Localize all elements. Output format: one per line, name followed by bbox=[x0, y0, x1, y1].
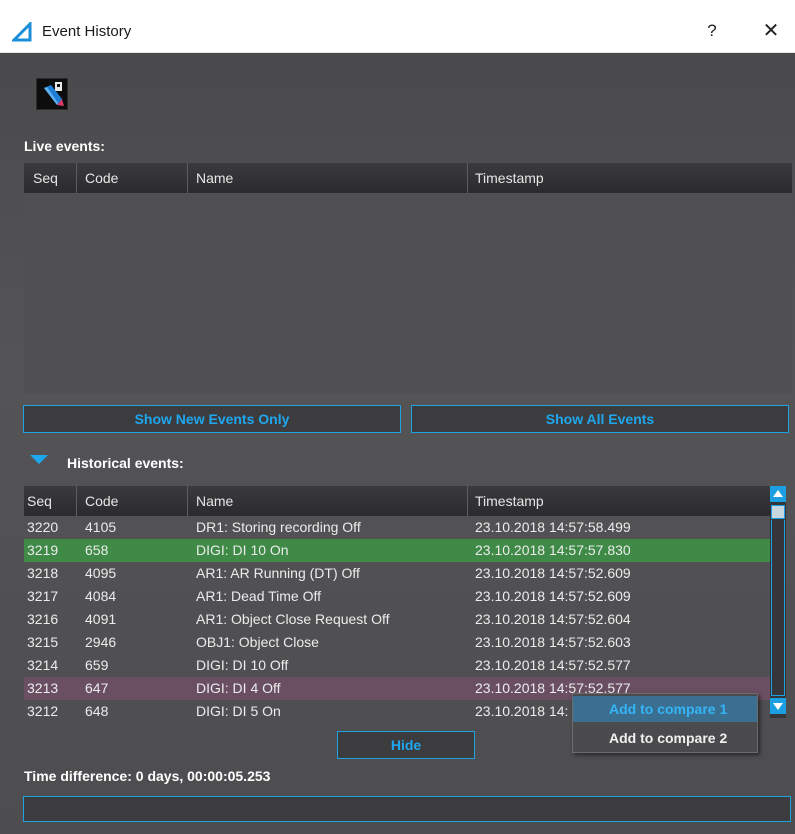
row-timestamp: 23.10.2018 14:57:52.609 bbox=[475, 588, 631, 604]
live-col-timestamp[interactable]: Timestamp bbox=[475, 170, 544, 186]
row-code: 4084 bbox=[85, 588, 117, 604]
historical-scrollbar[interactable] bbox=[770, 486, 786, 718]
row-name: DIGI: DI 10 Off bbox=[196, 657, 289, 673]
historical-events-label: Historical events: bbox=[67, 455, 184, 471]
table-row[interactable]: 3219 658 DIGI: DI 10 On 23.10.2018 14:57:57… bbox=[24, 539, 770, 562]
column-separator bbox=[76, 163, 77, 193]
row-timestamp: 23.10.2018 14:57:57.830 bbox=[475, 542, 631, 558]
column-separator bbox=[76, 486, 77, 516]
row-code: 659 bbox=[85, 657, 109, 673]
row-name: AR1: Object Close Request Off bbox=[196, 611, 390, 627]
column-separator bbox=[187, 486, 188, 516]
row-name: DIGI: DI 4 Off bbox=[196, 680, 281, 696]
column-separator bbox=[187, 163, 188, 193]
row-code: 658 bbox=[85, 542, 109, 558]
table-row[interactable]: 3220 4105 DR1: Storing recording Off 23.10.… bbox=[24, 516, 770, 539]
row-code: 4095 bbox=[85, 565, 117, 581]
show-new-events-button[interactable]: Show New Events Only bbox=[23, 405, 401, 433]
title-bar: Event History ? ✕ bbox=[0, 0, 795, 53]
row-code: 647 bbox=[85, 680, 109, 696]
table-row[interactable]: 3216 4091 AR1: Object Close Request Off 23.… bbox=[24, 608, 770, 631]
column-separator bbox=[467, 163, 468, 193]
row-code: 648 bbox=[85, 703, 109, 719]
event-detail-field[interactable] bbox=[23, 796, 791, 822]
live-col-name[interactable]: Name bbox=[196, 170, 233, 186]
row-name: DR1: Storing recording Off bbox=[196, 519, 361, 535]
row-timestamp: 23.10.2018 14:57:52.577 bbox=[475, 657, 631, 673]
row-code: 4091 bbox=[85, 611, 117, 627]
row-seq: 3214 bbox=[27, 657, 59, 673]
add-to-compare-1-menu-item[interactable]: Add to compare 1 bbox=[573, 696, 757, 722]
row-seq: 3218 bbox=[27, 565, 59, 581]
window-title: Event History bbox=[42, 23, 132, 40]
time-difference-label: Time difference: 0 days, 00:00:05.253 bbox=[24, 768, 271, 784]
row-context-menu: Add to compare 1 Add to compare 2 bbox=[572, 693, 758, 753]
row-name: AR1: Dead Time Off bbox=[196, 588, 322, 604]
row-seq: 3215 bbox=[27, 634, 59, 650]
scroll-up-arrow-icon[interactable] bbox=[770, 486, 786, 502]
row-timestamp: 23.10.2018 14:57:52.603 bbox=[475, 634, 631, 650]
scroll-track[interactable] bbox=[771, 520, 785, 696]
row-name: AR1: AR Running (DT) Off bbox=[196, 565, 360, 581]
row-timestamp: 23.10.2018 14:57:52.604 bbox=[475, 611, 631, 627]
hist-col-seq[interactable]: Seq bbox=[27, 493, 52, 509]
app-logo-icon bbox=[12, 22, 32, 42]
row-timestamp: 23.10.2018 14:57:58.499 bbox=[475, 519, 631, 535]
help-button[interactable]: ? bbox=[697, 16, 727, 46]
table-row[interactable]: 3217 4084 AR1: Dead Time Off 23.10.2018 14:… bbox=[24, 585, 770, 608]
close-button[interactable]: ✕ bbox=[756, 16, 786, 46]
row-code: 4105 bbox=[85, 519, 117, 535]
row-seq: 3219 bbox=[27, 542, 59, 558]
scroll-down-arrow-icon[interactable] bbox=[770, 698, 786, 714]
row-timestamp: 23.10.2018 14:57:52.609 bbox=[475, 565, 631, 581]
row-seq: 3213 bbox=[27, 680, 59, 696]
row-name: OBJ1: Object Close bbox=[196, 634, 319, 650]
row-seq: 3212 bbox=[27, 703, 59, 719]
table-row[interactable]: 3218 4095 AR1: AR Running (DT) Off 23.10.20… bbox=[24, 562, 770, 585]
hide-button[interactable]: Hide bbox=[337, 731, 475, 759]
live-col-code[interactable]: Code bbox=[85, 170, 118, 186]
collapse-triangle-icon[interactable] bbox=[30, 455, 48, 464]
row-code: 2946 bbox=[85, 634, 117, 650]
row-timestamp: 23.10.2018 14: bbox=[475, 703, 569, 719]
row-name: DIGI: DI 5 On bbox=[196, 703, 281, 719]
live-events-label: Live events: bbox=[24, 138, 105, 154]
show-all-events-button[interactable]: Show All Events bbox=[411, 405, 789, 433]
row-name: DIGI: DI 10 On bbox=[196, 542, 289, 558]
live-events-header: Seq Code Name Timestamp bbox=[24, 163, 792, 193]
column-separator bbox=[467, 486, 468, 516]
clear-events-tool-icon[interactable] bbox=[36, 78, 68, 110]
live-col-seq[interactable]: Seq bbox=[33, 170, 58, 186]
scroll-thumb[interactable] bbox=[771, 505, 785, 519]
hist-col-code[interactable]: Code bbox=[85, 493, 118, 509]
table-row[interactable]: 3214 659 DIGI: DI 10 Off 23.10.2018 14:57:5… bbox=[24, 654, 770, 677]
add-to-compare-2-menu-item[interactable]: Add to compare 2 bbox=[573, 725, 757, 751]
historical-events-table[interactable]: 3220 4105 DR1: Storing recording Off 23.10.… bbox=[24, 516, 770, 723]
live-events-table[interactable] bbox=[24, 193, 792, 393]
row-seq: 3220 bbox=[27, 519, 59, 535]
hist-col-name[interactable]: Name bbox=[196, 493, 233, 509]
table-row[interactable]: 3215 2946 OBJ1: Object Close 23.10.2018 14:… bbox=[24, 631, 770, 654]
historical-events-header: Seq Code Name Timestamp bbox=[24, 486, 770, 516]
hist-col-timestamp[interactable]: Timestamp bbox=[475, 493, 544, 509]
row-seq: 3217 bbox=[27, 588, 59, 604]
row-seq: 3216 bbox=[27, 611, 59, 627]
